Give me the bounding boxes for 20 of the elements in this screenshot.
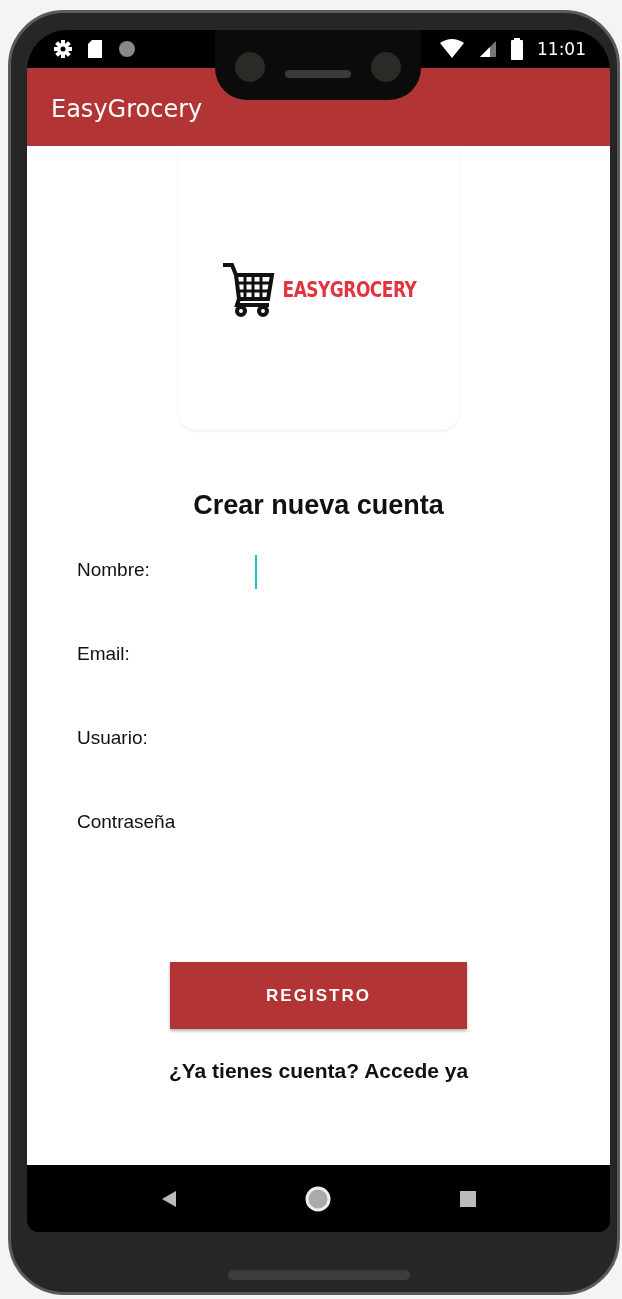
app-title: EasyGrocery <box>51 95 203 123</box>
gear-icon <box>53 39 73 59</box>
field-label: Nombre: <box>77 558 151 581</box>
wifi-icon <box>439 39 465 59</box>
page-heading: Crear nueva cuenta <box>193 490 444 521</box>
home-icon[interactable] <box>304 1184 333 1213</box>
circle-icon <box>117 39 137 59</box>
field-label: Email: <box>77 642 131 665</box>
shopping-cart-icon <box>220 261 275 317</box>
register-button[interactable]: REGISTRO <box>170 962 467 1029</box>
sd-card-icon <box>87 39 103 59</box>
signal-icon <box>479 40 497 58</box>
logo-wordmark: EASYGROCERY <box>282 276 417 302</box>
field-label: Usuario: <box>77 726 149 749</box>
login-link[interactable]: ¿Ya tienes cuenta? Accede ya <box>168 1059 469 1083</box>
back-icon[interactable] <box>160 1189 177 1208</box>
clock-time: 11:01 <box>537 39 586 59</box>
battery-icon <box>511 38 523 60</box>
overview-icon[interactable] <box>460 1190 477 1207</box>
field-label: Contraseña <box>77 810 177 833</box>
